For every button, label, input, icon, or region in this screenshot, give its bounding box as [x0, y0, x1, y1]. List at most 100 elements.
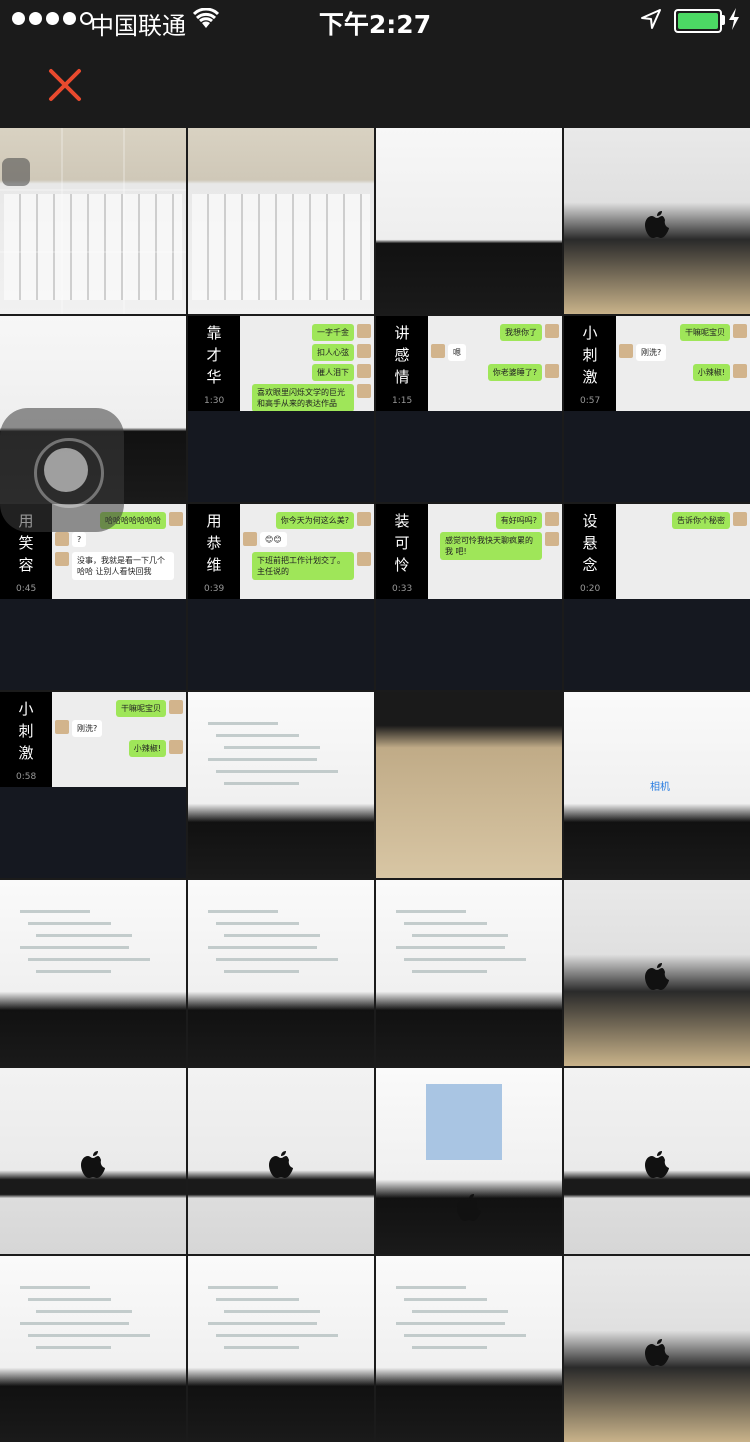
photo-thumbnail[interactable]: [0, 1256, 186, 1442]
code-line: [216, 958, 338, 961]
avatar: [55, 532, 69, 546]
code-line: [36, 934, 132, 937]
code-line: [404, 1298, 487, 1301]
photo-thumbnail[interactable]: 装可怜 0:33 有好吗吗? 感觉可怜我快天聊疯累的我 吧!: [376, 504, 562, 690]
code-line: [208, 1286, 278, 1289]
blue-panel: [426, 1084, 502, 1160]
code-line: [28, 1334, 150, 1337]
photo-thumbnail[interactable]: 用恭维 0:39 你今天为何这么美? 😊😊 下班前把工作计划交了。主任说的: [188, 504, 374, 690]
photo-thumbnail[interactable]: [188, 880, 374, 1066]
chat-bubble: 干嘛呢宝贝: [116, 700, 166, 717]
photo-thumbnail[interactable]: [376, 1068, 562, 1254]
chat-bubble: 小辣椒!: [128, 740, 166, 757]
chat-area: 告诉你个秘密: [616, 504, 750, 599]
photo-thumbnail[interactable]: [376, 1256, 562, 1442]
navigation-bar: [0, 40, 750, 128]
avatar: [733, 364, 747, 378]
code-line: [412, 1346, 487, 1349]
photo-grid: 靠才华 1:30 一字千金 扣人心弦 催人泪下 喜欢眼里闪烁文学的巨光 和高手从来的表达作…: [0, 128, 750, 1442]
chat-title-panel: 装可怜 0:33: [376, 504, 428, 599]
code-line: [20, 1322, 129, 1325]
code-line: [208, 1322, 317, 1325]
avatar: [357, 512, 371, 526]
photo-thumbnail[interactable]: [188, 128, 374, 314]
chat-title-panel: 靠才华 1:30: [188, 316, 240, 411]
avatar: [733, 324, 747, 338]
video-duration: 0:57: [580, 396, 601, 406]
avatar: [357, 364, 371, 378]
chat-bubble: 一字千金: [312, 324, 354, 341]
photo-thumbnail[interactable]: [0, 128, 186, 314]
photo-thumbnail[interactable]: [0, 880, 186, 1066]
chat-title-panel: 小刺激 0:58: [0, 692, 52, 787]
avatar: [357, 324, 371, 338]
photo-thumbnail[interactable]: [188, 692, 374, 878]
code-line: [412, 1310, 508, 1313]
avatar: [431, 344, 445, 358]
video-duration: 1:30: [204, 396, 225, 406]
chat-bubble: 刚洗?: [636, 344, 667, 361]
clock: 下午2:27: [318, 10, 432, 39]
photo-thumbnail[interactable]: [564, 880, 750, 1066]
code-line: [224, 746, 320, 749]
chat-video-footer: [376, 599, 562, 690]
photo-thumbnail[interactable]: 设悬念 0:20 告诉你个秘密: [564, 504, 750, 690]
chat-title: 设悬念: [582, 512, 598, 574]
code-line: [224, 1310, 320, 1313]
chat-area: 你今天为何这么美? 😊😊 下班前把工作计划交了。主任说的: [240, 504, 374, 599]
code-line: [224, 934, 320, 937]
photo-thumbnail[interactable]: [376, 692, 562, 878]
code-line: [396, 910, 466, 913]
avatar: [357, 344, 371, 358]
chat-bubble: 感觉可怜我快天聊疯累的我 吧!: [440, 532, 542, 560]
photo-thumbnail[interactable]: [564, 1256, 750, 1442]
chat-bubble: 小辣椒!: [692, 364, 730, 381]
code-line: [396, 1286, 466, 1289]
chat-bubble: 😊😊: [260, 532, 287, 547]
photo-thumbnail[interactable]: [564, 128, 750, 314]
photo-thumbnail[interactable]: [188, 1068, 374, 1254]
photo-thumbnail[interactable]: [376, 880, 562, 1066]
chat-title-panel: 讲感情 1:15: [376, 316, 428, 411]
chat-bubble: 嗯: [448, 344, 466, 361]
chat-title: 靠才华: [206, 324, 222, 386]
assistive-touch-button[interactable]: [0, 408, 124, 532]
chat-bubble: 催人泪下: [312, 364, 354, 381]
code-line: [208, 722, 278, 725]
photo-thumbnail[interactable]: [0, 1068, 186, 1254]
chat-video-footer: [0, 599, 186, 690]
code-line: [216, 1334, 338, 1337]
photo-thumbnail[interactable]: 小刺激 0:57 干嘛呢宝贝 刚洗? 小辣椒!: [564, 316, 750, 502]
avatar: [357, 384, 371, 398]
avatar: [55, 720, 69, 734]
avatar: [169, 740, 183, 754]
chat-bubble: 我想你了: [500, 324, 542, 341]
code-line: [216, 770, 338, 773]
video-duration: 0:39: [204, 584, 225, 594]
avatar: [243, 532, 257, 546]
photo-thumbnail[interactable]: [188, 1256, 374, 1442]
battery-cap: [722, 15, 725, 25]
photo-thumbnail[interactable]: [564, 1068, 750, 1254]
chat-bubble: 你老婆睡了?: [487, 364, 542, 381]
avatar: [169, 700, 183, 714]
chat-video-footer: [564, 599, 750, 690]
avatar: [169, 512, 183, 526]
code-line: [404, 922, 487, 925]
photo-thumbnail[interactable]: [376, 128, 562, 314]
photo-thumbnail[interactable]: 相机: [564, 692, 750, 878]
chat-title: 小刺激: [18, 700, 34, 762]
battery-icon: [674, 9, 722, 33]
photo-thumbnail[interactable]: 小刺激 0:58 干嘛呢宝贝 刚洗? 小辣椒!: [0, 692, 186, 878]
photo-thumbnail[interactable]: 靠才华 1:30 一字千金 扣人心弦 催人泪下 喜欢眼里闪烁文学的巨光 和高手从来的表达作…: [188, 316, 374, 502]
code-line: [412, 970, 487, 973]
chat-title: 讲感情: [394, 324, 410, 386]
close-icon[interactable]: [46, 66, 84, 104]
video-duration: 0:20: [580, 584, 601, 594]
code-line: [28, 922, 111, 925]
code-line: [404, 1334, 526, 1337]
code-line: [224, 782, 299, 785]
avatar: [733, 512, 747, 526]
chat-bubble: 刚洗?: [72, 720, 103, 737]
photo-thumbnail[interactable]: 讲感情 1:15 我想你了嗯你老婆睡了?: [376, 316, 562, 502]
